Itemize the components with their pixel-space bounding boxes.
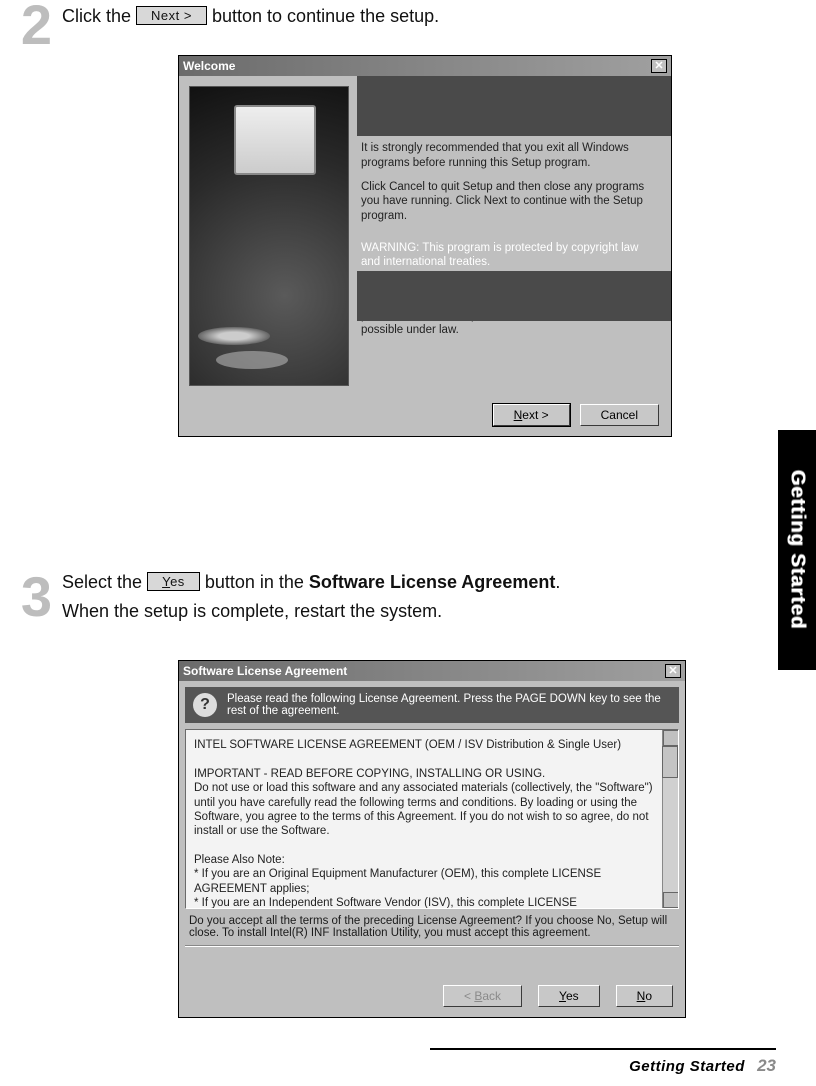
scrollbar[interactable] (662, 730, 678, 908)
license-l2: IMPORTANT - READ BEFORE COPYING, INSTALL… (194, 767, 656, 781)
license-dialog: Software License Agreement ✕ ? Please re… (178, 660, 686, 1018)
step-number-3: 3 (6, 564, 52, 629)
footer-section: Getting Started (629, 1058, 745, 1075)
license-l5: * If you are an Original Equipment Manuf… (194, 867, 656, 896)
license-title: Software License Agreement (183, 664, 665, 678)
step3-before: Select the (62, 572, 142, 592)
step-number-2: 2 (6, 0, 52, 57)
license-intro-text: Please read the following License Agreem… (227, 693, 671, 717)
back-button: < Back (443, 985, 522, 1007)
license-l3: Do not use or load this software and any… (194, 781, 656, 839)
close-icon[interactable]: ✕ (651, 59, 667, 73)
welcome-graphic (189, 86, 349, 386)
license-intro: ? Please read the following License Agre… (185, 687, 679, 723)
welcome-p3: Click Cancel to quit Setup and then clos… (361, 180, 659, 223)
inline-next-button: Next > (136, 6, 207, 25)
welcome-title: Welcome (183, 59, 651, 73)
license-l1: INTEL SOFTWARE LICENSE AGREEMENT (OEM / … (194, 738, 656, 752)
step2-before: Click the (62, 6, 131, 26)
welcome-p2: It is strongly recommended that you exit… (361, 141, 659, 170)
side-tab-label: Getting Started (786, 470, 809, 629)
step3-mid: button in the (205, 572, 304, 592)
next-label: ext > (522, 408, 548, 422)
inline-yes-button: Yes (147, 572, 200, 591)
footer-rule (430, 1048, 776, 1050)
license-accept-text: Do you accept all the terms of the prece… (189, 915, 675, 939)
footer-page: 23 (757, 1056, 776, 1075)
question-icon: ? (193, 693, 217, 717)
welcome-p4: WARNING: This program is protected by co… (361, 241, 659, 270)
license-titlebar: Software License Agreement ✕ (179, 661, 685, 681)
side-tab: Getting Started (778, 430, 816, 670)
step-3-text: Select the Yes button in the Software Li… (62, 572, 722, 622)
close-icon[interactable]: ✕ (665, 664, 681, 678)
step2-after: button to continue the setup. (212, 6, 439, 26)
license-text-area[interactable]: INTEL SOFTWARE LICENSE AGREEMENT (OEM / … (185, 729, 679, 909)
welcome-titlebar: Welcome ✕ (179, 56, 671, 76)
license-l6: * If you are an Independent Software Ven… (194, 896, 656, 909)
page-footer: Getting Started 23 (629, 1056, 776, 1076)
step3-bold: Software License Agreement (309, 572, 555, 592)
yes-button[interactable]: Yes (538, 985, 600, 1007)
step-2-text: Click the Next > button to continue the … (62, 6, 439, 27)
next-button[interactable]: Next > (493, 404, 570, 426)
no-button[interactable]: No (616, 985, 673, 1007)
step3-end: . (555, 572, 560, 592)
step3-line2: When the setup is complete, restart the … (62, 601, 722, 622)
cancel-button[interactable]: Cancel (580, 404, 659, 426)
scrollbar-thumb[interactable] (662, 746, 678, 778)
license-l4: Please Also Note: (194, 853, 656, 867)
separator (185, 945, 679, 947)
welcome-dialog: Welcome ✕ Welcome to the Intel(R) INF In… (178, 55, 672, 437)
